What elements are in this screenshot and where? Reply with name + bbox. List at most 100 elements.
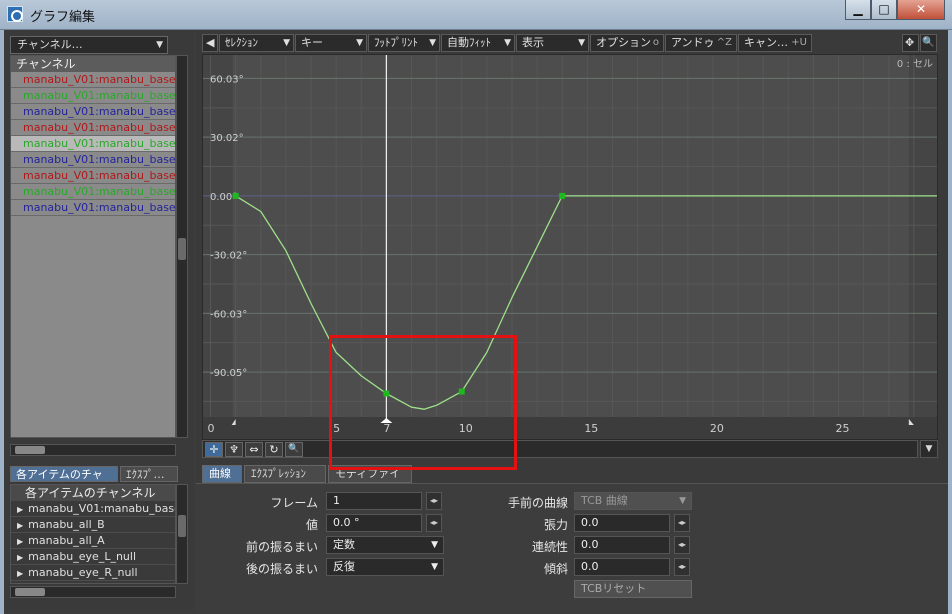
title-bar: グラフ編集 ▁ □ ✕ <box>0 0 952 30</box>
expand-triangle-icon[interactable]: ▶ <box>17 537 23 546</box>
item-row[interactable]: ▶ manabu_eye_L_null <box>11 549 175 565</box>
display-menu[interactable]: 表示 ▼ <box>516 34 589 52</box>
channel-list-hscrollbar[interactable] <box>10 444 176 456</box>
selection-menu[interactable]: ｾﾚｸｼｮﾝ ▼ <box>219 34 294 52</box>
zoom-tool-icon[interactable]: 🔍 <box>285 442 303 457</box>
graph-tool-bar: ✛ ♆ ⇔ ↻ 🔍 <box>202 440 918 458</box>
tab-modifier[interactable]: モディファイヤ <box>328 465 412 496</box>
selection-menu-label: ｾﾚｸｼｮﾝ <box>225 36 258 49</box>
tension-field[interactable]: 0.0 <box>574 514 670 532</box>
pre-behavior-select[interactable]: 定数 ▼ <box>326 536 444 554</box>
options-button[interactable]: オプション o <box>590 34 664 52</box>
tension-stepper[interactable]: ◂▸ <box>674 514 690 532</box>
incoming-curve-value: TCB 曲線 <box>581 494 628 507</box>
bias-label: 傾斜 <box>543 562 568 576</box>
channel-list-header: チャンネル <box>11 56 175 72</box>
bias-stepper[interactable]: ◂▸ <box>674 558 690 576</box>
chevron-down-icon: ▼ <box>925 444 933 454</box>
item-row[interactable]: ▶ manabu_all_B <box>11 517 175 533</box>
channel-row[interactable]: manabu_V01:manabu_base.ma <box>11 136 175 152</box>
graph-corner-label: 0 : セル <box>896 59 933 70</box>
scroll-thumb[interactable] <box>178 515 186 537</box>
channel-row[interactable]: manabu_V01:manabu_base.ma <box>11 72 175 88</box>
curve-graph[interactable]: 0 5 7 10 15 20 2560.03°30.02°0.00°-30.02°-60.0… <box>203 55 938 440</box>
channel-row[interactable]: manabu_V01:manabu_base.ma <box>11 152 175 168</box>
options-shortcut: o <box>652 37 659 48</box>
graph-area[interactable]: 0 5 7 10 15 20 25 60.03° 30.02° 0.00° -30.02° -60.0… <box>202 54 938 440</box>
y-tick-label: -60.03° <box>210 309 247 320</box>
bottombar-dropdown[interactable]: ▼ <box>920 440 938 458</box>
channel-row[interactable]: manabu_V01:manabu_base.ma <box>11 184 175 200</box>
chevron-down-icon: ▼ <box>679 496 686 506</box>
item-row[interactable]: ▶ manabu_V01:manabu_base <box>11 501 175 517</box>
x-tick-label: 7 <box>383 422 390 435</box>
undo-shortcut: ^Z <box>716 37 732 48</box>
cancel-shortcut: +U <box>791 37 807 48</box>
back-button[interactable]: ◀ <box>202 34 218 52</box>
minimize-button[interactable]: ▁ <box>845 0 871 20</box>
tab-expression[interactable]: ｴｸｽﾌﾟﾚｯｼｮﾝ <box>244 465 326 483</box>
value-stepper[interactable]: ◂▸ <box>426 514 442 532</box>
stretch-tool-icon[interactable]: ⇔ <box>245 442 263 457</box>
value-field[interactable]: 0.0 ° <box>326 514 422 532</box>
continuity-field[interactable]: 0.0 <box>574 536 670 554</box>
frame-field[interactable]: 1 <box>326 492 422 510</box>
tcb-reset-button[interactable]: TCBリセット <box>574 580 692 598</box>
item-list-scrollbar[interactable] <box>176 484 188 584</box>
expand-triangle-icon[interactable]: ▶ <box>17 521 23 530</box>
close-button[interactable]: ✕ <box>897 0 945 20</box>
bias-field[interactable]: 0.0 <box>574 558 670 576</box>
move-icon[interactable]: ✥ <box>902 34 919 52</box>
y-tick-label: 60.03° <box>210 74 244 85</box>
key-menu[interactable]: キー ▼ <box>295 34 367 52</box>
channel-row[interactable]: manabu_V01:manabu_base.ma <box>11 104 175 120</box>
item-row[interactable]: ▶ manabu_eye_R_null <box>11 565 175 581</box>
expand-triangle-icon[interactable]: ▶ <box>17 553 23 562</box>
key-menu-label: キー <box>301 36 323 49</box>
add-key-plus-tool-icon[interactable]: ♆ <box>225 442 243 457</box>
hscroll-thumb[interactable] <box>15 588 45 596</box>
chevron-down-icon: ▼ <box>156 40 163 50</box>
hscroll-thumb[interactable] <box>15 446 45 454</box>
continuity-label: 連続性 <box>531 540 568 554</box>
channel-row[interactable]: manabu_V01:manabu_base.ma <box>11 120 175 136</box>
item-row-label: manabu_eye_R_null <box>28 566 138 579</box>
incoming-curve-select[interactable]: TCB 曲線 ▼ <box>574 492 692 510</box>
add-key-tool-icon[interactable]: ✛ <box>205 442 223 457</box>
channel-row[interactable]: manabu_V01:manabu_base.ma <box>11 200 175 216</box>
rotate-tool-icon[interactable]: ↻ <box>265 442 283 457</box>
frame-ruler <box>203 417 937 439</box>
keyframe-point <box>458 388 465 395</box>
maximize-button[interactable]: □ <box>871 0 897 20</box>
channel-row[interactable]: manabu_V01:manabu_base.ma <box>11 88 175 104</box>
item-row[interactable]: ▶ manabu_all_A <box>11 533 175 549</box>
frame-stepper[interactable]: ◂▸ <box>426 492 442 510</box>
autofit-menu[interactable]: 自動ﾌｨｯﾄ ▼ <box>441 34 515 52</box>
cancel-button[interactable]: キャン… +U <box>738 34 812 52</box>
property-tabs: 曲線 ｴｸｽﾌﾟﾚｯｼｮﾝ モディファイヤ <box>202 465 602 496</box>
scroll-thumb[interactable] <box>178 238 186 260</box>
footprint-menu[interactable]: ﾌｯﾄﾌﾟﾘﾝﾄ ▼ <box>368 34 440 52</box>
zoom-icon[interactable]: 🔍 <box>920 34 937 52</box>
expand-triangle-icon[interactable]: ▶ <box>17 505 23 514</box>
undo-button[interactable]: アンドゥ ^Z <box>665 34 737 52</box>
post-behavior-select[interactable]: 反復 ▼ <box>326 558 444 576</box>
channel-list-scrollbar[interactable] <box>176 55 188 438</box>
chevron-down-icon: ▼ <box>356 38 363 48</box>
tension-label: 張力 <box>543 518 568 532</box>
value-label: 値 <box>305 518 318 532</box>
expand-triangle-icon[interactable]: ▶ <box>17 569 23 578</box>
channel-row[interactable]: manabu_V01:manabu_base.ma <box>11 168 175 184</box>
x-tick-label: 10 <box>459 422 473 435</box>
chevron-down-icon: ▼ <box>431 562 438 572</box>
tab-expressions[interactable]: ｴｸｽﾌﾟ… <box>120 466 178 482</box>
cancel-button-label: キャン… <box>744 36 788 49</box>
incoming-curve-label: 手前の曲線 <box>507 496 568 510</box>
continuity-stepper[interactable]: ◂▸ <box>674 536 690 554</box>
tab-curve[interactable]: 曲線 <box>202 465 242 483</box>
graph-toolbar: ◀ ｾﾚｸｼｮﾝ ▼ キー ▼ ﾌｯﾄﾌﾟﾘﾝﾄ ▼ 自動ﾌｨｯﾄ ▼ 表示 ▼ オプショ… <box>196 34 948 52</box>
tab-item-channels[interactable]: 各アイテムのチャンネル <box>10 466 118 496</box>
y-tick-label: -30.02° <box>210 251 247 262</box>
channel-dropdown[interactable]: チャンネル… ▼ <box>10 36 168 54</box>
item-list-hscrollbar[interactable] <box>10 586 176 598</box>
